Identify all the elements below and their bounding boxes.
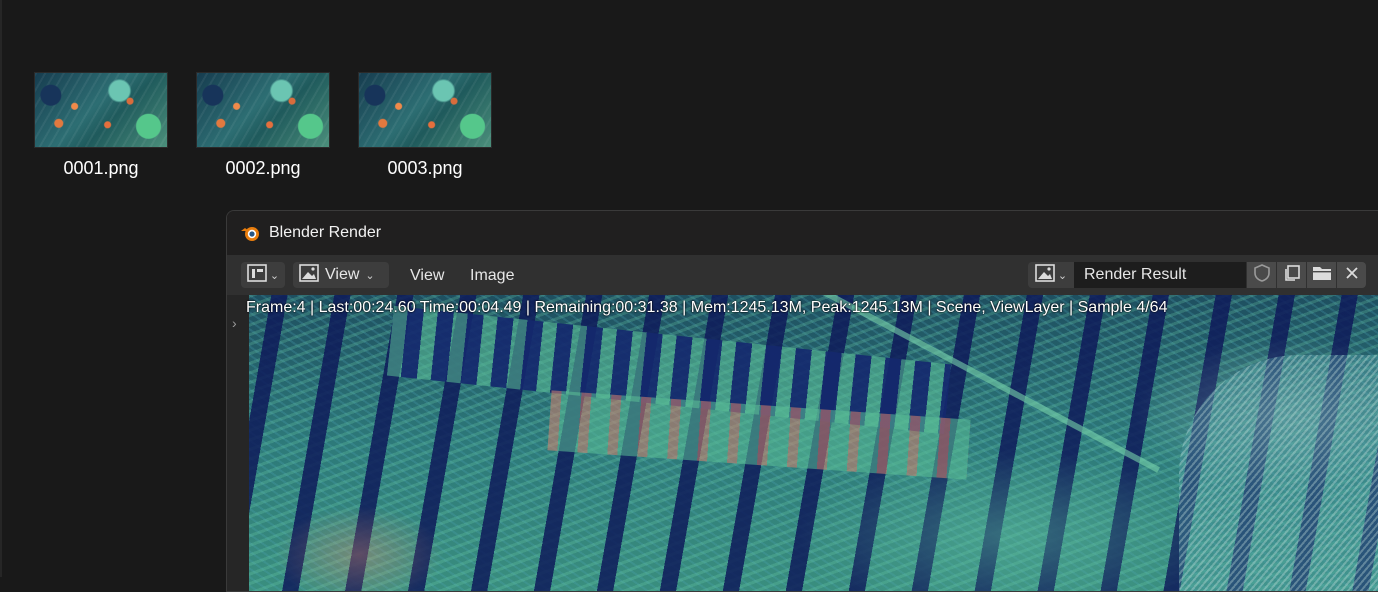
fake-user-button[interactable]	[1247, 262, 1276, 288]
view-mode-dropdown[interactable]: View ⌄	[293, 262, 389, 288]
menu-view[interactable]: View	[410, 267, 444, 285]
file-name-label: 0003.png	[387, 158, 463, 178]
render-status-text: Frame:4 | Last:00:24.60 Time:00:04.49 | …	[246, 299, 1168, 316]
shield-icon	[1253, 263, 1271, 287]
blender-render-window: Blender Render ⌄ View ⌄ View Image ⌄ Ren…	[226, 210, 1378, 592]
render-image-detail	[1179, 355, 1378, 591]
desktop-edge	[0, 0, 2, 577]
file-item-0002[interactable]: 0002.png	[196, 72, 330, 182]
duplicate-icon	[1283, 264, 1301, 287]
folder-icon	[1312, 264, 1332, 287]
file-thumbnail	[34, 72, 168, 148]
file-item-0001[interactable]: 0001.png	[34, 72, 168, 182]
image-editor-icon	[247, 263, 267, 287]
window-titlebar[interactable]: Blender Render	[227, 211, 1378, 255]
file-thumbnail	[196, 72, 330, 148]
render-result-canvas[interactable]	[249, 295, 1378, 591]
file-item-0003[interactable]: 0003.png	[358, 72, 492, 182]
image-name-field[interactable]: Render Result	[1074, 262, 1246, 288]
blender-logo-icon	[239, 222, 261, 244]
window-title: Blender Render	[269, 224, 382, 241]
image-name-value: Render Result	[1084, 266, 1187, 283]
image-editor-header: ⌄ View ⌄ View Image ⌄ Render Result	[227, 255, 1378, 295]
toolbar-expand-toggle[interactable]: ›	[227, 295, 249, 591]
menu-image[interactable]: Image	[470, 267, 514, 285]
new-image-button[interactable]	[1277, 262, 1306, 288]
close-icon	[1345, 266, 1359, 285]
chevron-down-icon: ⌄	[269, 269, 280, 282]
editor-type-button[interactable]: ⌄	[241, 262, 285, 288]
file-name-label: 0001.png	[63, 158, 139, 178]
unlink-image-button[interactable]	[1337, 262, 1366, 288]
chevron-down-icon: ⌄	[365, 269, 375, 282]
image-icon	[299, 263, 319, 287]
open-image-button[interactable]	[1307, 262, 1336, 288]
chevron-right-icon: ›	[232, 315, 237, 331]
chevron-down-icon: ⌄	[1057, 269, 1068, 282]
browse-image-button[interactable]: ⌄	[1028, 262, 1074, 288]
file-name-label: 0002.png	[225, 158, 301, 178]
image-icon	[1035, 263, 1055, 287]
view-dropdown-label: View	[325, 266, 360, 283]
file-thumbnail	[358, 72, 492, 148]
